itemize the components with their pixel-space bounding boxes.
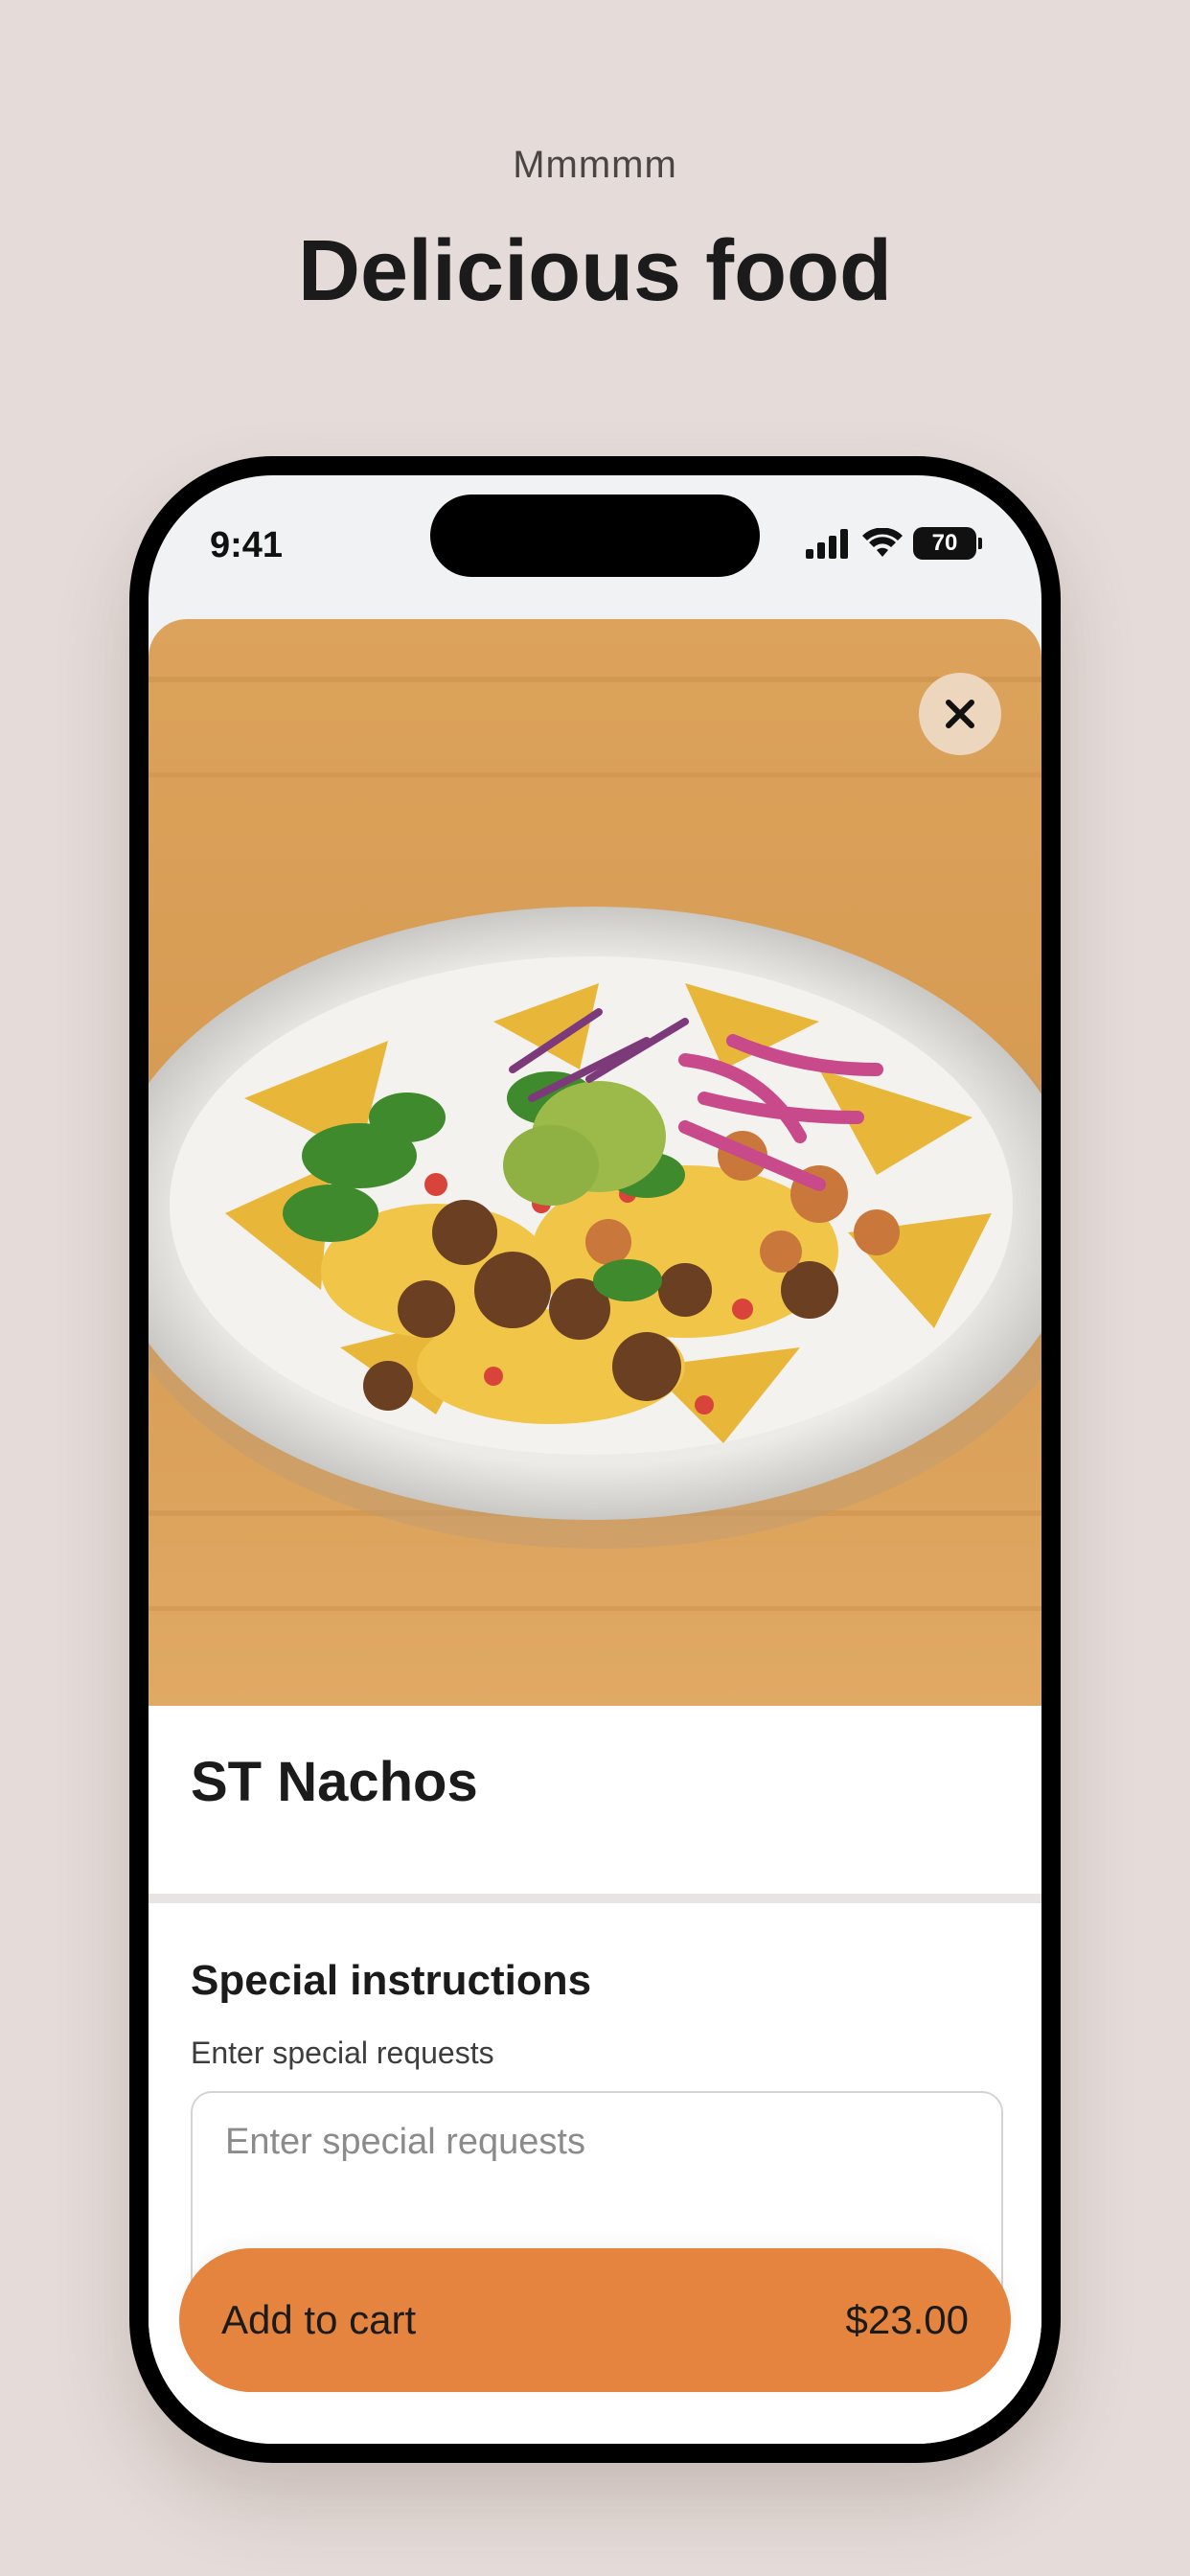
- item-title: ST Nachos: [191, 1751, 478, 1813]
- special-instructions-hint: Enter special requests: [191, 2036, 494, 2070]
- add-to-cart-button[interactable]: Add to cart $23.00: [179, 2248, 1011, 2392]
- dynamic-island: [430, 494, 760, 577]
- phone-screen: 9:41 70 ST Nachos Special instructions E…: [149, 475, 1041, 2444]
- wifi-icon: [862, 528, 903, 557]
- section-divider: [149, 1894, 1041, 1903]
- promo-title: Delicious food: [297, 223, 893, 319]
- status-time: 9:41: [210, 525, 284, 565]
- cellular-signal-icon: [806, 529, 848, 559]
- add-to-cart-label: Add to cart: [221, 2297, 417, 2342]
- close-button[interactable]: [919, 673, 1001, 755]
- cart-price: $23.00: [845, 2297, 969, 2342]
- phone-frame: 9:41 70 ST Nachos Special instructions E…: [129, 456, 1061, 2463]
- battery-icon: 70: [913, 527, 982, 560]
- promo-kicker: Mmmmm: [513, 144, 677, 186]
- close-icon: [946, 700, 974, 728]
- item-sheet: ST Nachos Special instructions Enter spe…: [149, 619, 1041, 2444]
- special-instructions-title: Special instructions: [191, 1957, 592, 2004]
- nachos-photo: [149, 619, 1041, 1706]
- status-icons: 70: [804, 527, 982, 560]
